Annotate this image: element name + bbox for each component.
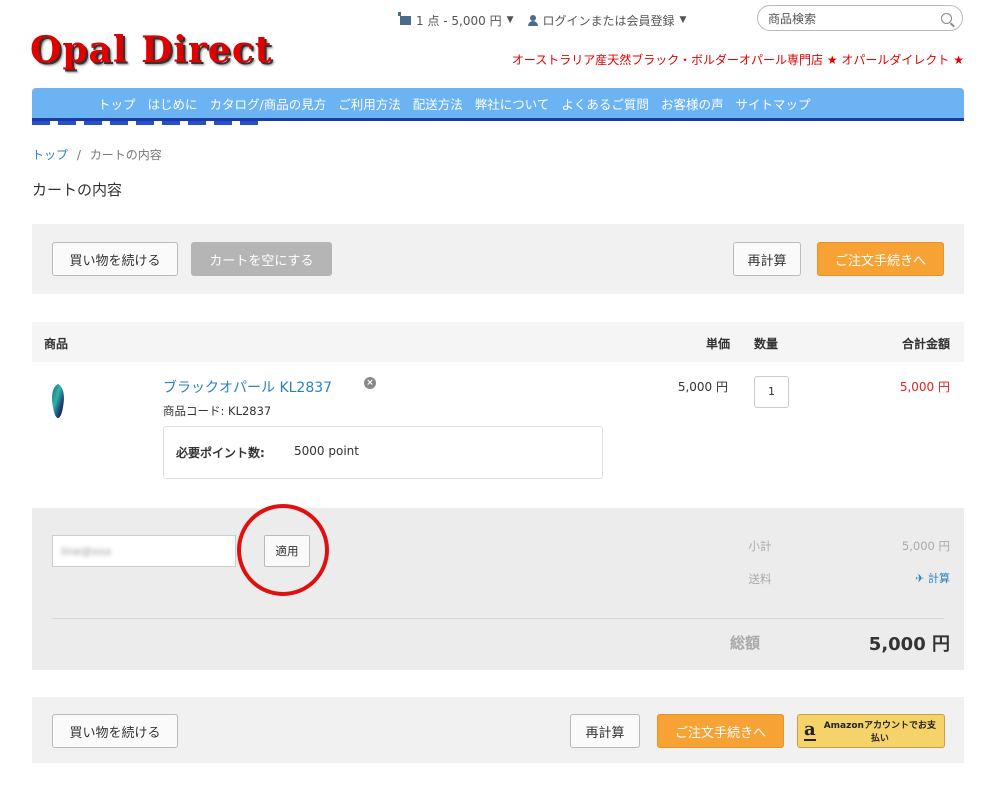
nav-item-reviews[interactable]: お客様の声 xyxy=(655,94,730,113)
coupon-input[interactable]: line@xxx xyxy=(52,535,236,567)
shipping-calc[interactable]: ✈ 計算 xyxy=(820,570,950,586)
recalculate-button-bottom[interactable]: 再計算 xyxy=(570,714,640,748)
coupon-value: line@xxx xyxy=(61,544,112,558)
breadcrumb: トップ / カートの内容 xyxy=(32,146,162,163)
nav-item-catalog[interactable]: カタログ/商品の見方 xyxy=(204,94,333,113)
subtotal-value: 5,000 円 xyxy=(901,539,950,553)
continue-shopping-button[interactable]: 買い物を続ける xyxy=(52,242,178,276)
breadcrumb-current: カートの内容 xyxy=(89,148,162,162)
shipping-label: 送料 xyxy=(748,572,772,586)
product-thumbnail[interactable] xyxy=(50,383,66,419)
nav-item-shipping[interactable]: 配送方法 xyxy=(407,94,469,113)
login-text: ログインまたは会員登録 xyxy=(542,13,675,28)
shipping-calc-link[interactable]: 計算 xyxy=(928,572,950,585)
login-dropdown[interactable]: ログインまたは会員登録 ▼ xyxy=(527,12,687,29)
cart-summary-text: 1 点 - 5,000 円 xyxy=(416,13,502,28)
bottom-action-bar: 買い物を続ける 再計算 ご注文手続きへ a Amazonアカウントでお支払い xyxy=(32,697,964,763)
search-placeholder: 商品検索 xyxy=(768,11,817,26)
line-total: 5,000 円 xyxy=(899,380,950,394)
breadcrumb-separator: / xyxy=(76,148,81,162)
subtotal-label: 小計 xyxy=(748,539,772,553)
checkout-button-bottom[interactable]: ご注文手続きへ xyxy=(657,714,784,748)
header-unit-price: 単価 xyxy=(706,337,731,351)
nav-item-intro[interactable]: はじめに xyxy=(142,94,204,113)
chevron-down-icon: ▼ xyxy=(506,15,514,25)
breadcrumb-home[interactable]: トップ xyxy=(32,148,68,162)
nav-item-top[interactable]: トップ xyxy=(92,94,142,113)
nav-item-sitemap[interactable]: サイトマップ xyxy=(729,94,816,113)
header-product: 商品 xyxy=(44,337,69,351)
remove-item-icon[interactable]: × xyxy=(364,377,376,389)
search-icon[interactable] xyxy=(941,12,952,24)
cart-table-header: 商品 単価 数量 合計金額 xyxy=(32,322,964,362)
empty-cart-button[interactable]: カートを空にする xyxy=(191,242,332,276)
main-nav: トップ はじめに カタログ/商品の見方 ご利用方法 配送方法 弊社について よく… xyxy=(32,88,964,118)
points-label: 必要ポイント数: xyxy=(176,446,265,460)
product-name-link[interactable]: ブラックオパール KL2837 xyxy=(163,377,332,397)
airplane-icon: ✈ xyxy=(915,572,925,585)
site-logo[interactable]: Opal Direct xyxy=(30,28,272,72)
user-icon xyxy=(527,14,538,26)
amazon-icon: a xyxy=(804,719,816,741)
continue-shopping-button-bottom[interactable]: 買い物を続ける xyxy=(52,714,178,748)
chevron-down-icon: ▼ xyxy=(679,15,687,25)
nav-item-usage[interactable]: ご利用方法 xyxy=(332,94,407,113)
points-value: 5000 point xyxy=(294,444,359,458)
recalculate-button[interactable]: 再計算 xyxy=(733,242,801,276)
product-sku: 商品コード: KL2837 xyxy=(163,404,272,418)
page-title: カートの内容 xyxy=(32,181,123,199)
nav-item-about[interactable]: 弊社について xyxy=(469,94,556,113)
nav-item-faq[interactable]: よくあるご質問 xyxy=(555,94,655,113)
nav-decoration xyxy=(32,121,258,125)
header-qty: 数量 xyxy=(754,337,779,351)
amazon-pay-label: Amazonアカウントでお支払い xyxy=(823,721,936,744)
search-input[interactable]: 商品検索 xyxy=(757,5,963,31)
quantity-input[interactable]: 1 xyxy=(754,376,789,408)
cart-icon xyxy=(398,11,411,25)
checkout-button[interactable]: ご注文手続きへ xyxy=(817,242,944,276)
site-tagline: オーストラリア産天然ブラック・ボルダーオパール専門店 ★ オパールダイレクト ★ xyxy=(511,53,964,67)
cart-summary-dropdown[interactable]: 1 点 - 5,000 円 ▼ xyxy=(398,11,514,29)
top-action-bar: 買い物を続ける カートを空にする 再計算 ご注文手続きへ xyxy=(32,224,964,294)
header-total: 合計金額 xyxy=(901,337,950,351)
highlight-circle xyxy=(237,504,329,596)
unit-price: 5,000 円 xyxy=(677,380,728,394)
summary-divider xyxy=(52,618,944,619)
total-value: 5,000 円 xyxy=(868,634,950,655)
amazon-pay-button[interactable]: a Amazonアカウントでお支払い xyxy=(797,714,945,748)
